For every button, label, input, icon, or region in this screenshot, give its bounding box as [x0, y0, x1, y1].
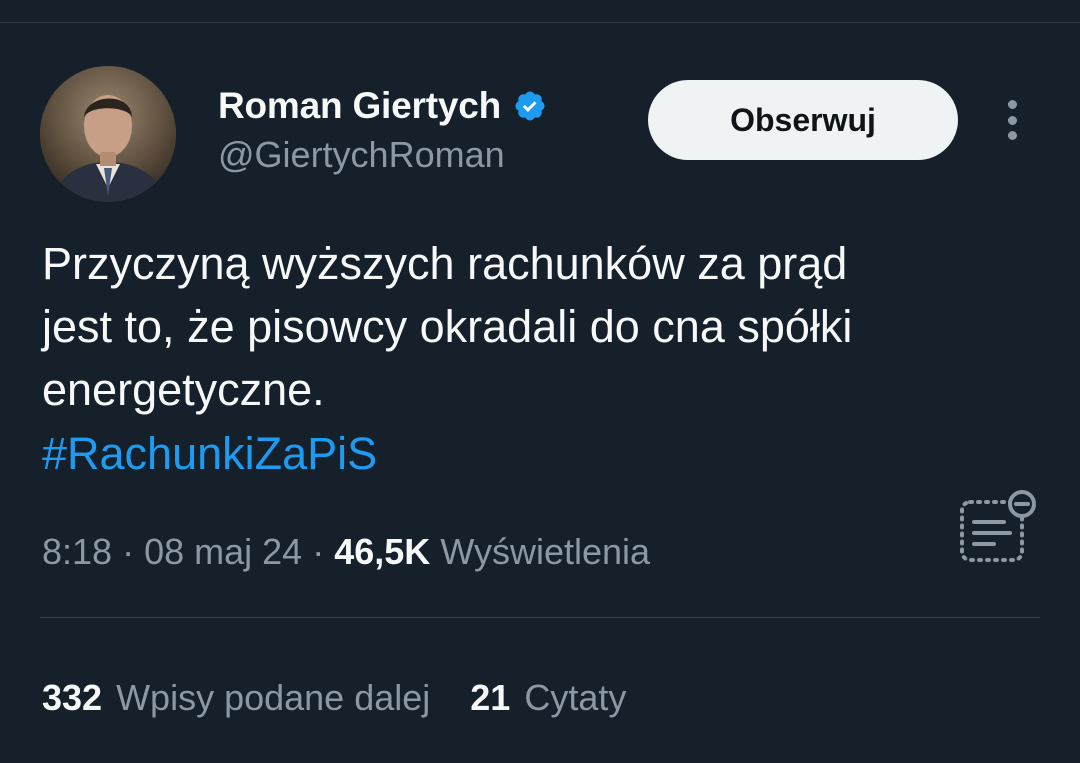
tweet-text: Przyczyną wyższych rachunków za prąd jes…: [42, 232, 1002, 421]
tweet-meta: 8:18 · 08 maj 24 · 46,5K Wyświetlenia: [42, 528, 650, 576]
avatar[interactable]: [40, 66, 176, 202]
quotes-label: Cytaty: [524, 677, 627, 718]
verified-badge-icon[interactable]: [513, 89, 547, 123]
tweet-date[interactable]: 08 maj 24: [144, 531, 302, 572]
follow-button[interactable]: Obserwuj: [648, 80, 958, 160]
top-divider: [0, 22, 1080, 23]
meta-separator: ·: [312, 531, 335, 572]
author-display-name[interactable]: Roman Giertych: [218, 85, 501, 127]
more-dot: [1007, 115, 1017, 125]
views-count: 46,5K: [334, 531, 431, 572]
engagement-stats: 332 Wpisy podane dalej 21 Cytaty: [42, 674, 626, 722]
tweet-text-line: energetyczne.: [42, 364, 325, 415]
more-vertical-icon[interactable]: [996, 96, 1028, 144]
tweet-text-line: Przyczyną wyższych rachunków za prąd: [42, 238, 848, 289]
tweet-text-line: jest to, że pisowcy okradali do cna spół…: [42, 301, 853, 352]
views-label: Wyświetlenia: [440, 531, 651, 572]
community-notes-icon[interactable]: [958, 490, 1040, 566]
hashtag-link[interactable]: #RachunkiZaPiS: [42, 422, 377, 485]
retweets-count: 332: [42, 677, 103, 718]
author-handle[interactable]: @GiertychRoman: [218, 134, 505, 176]
avatar-portrait: [40, 66, 176, 202]
tweet-time[interactable]: 8:18: [42, 531, 112, 572]
tweet-page: Roman Giertych @GiertychRoman Obserwuj P…: [0, 0, 1080, 763]
quotes-stat[interactable]: 21 Cytaty: [470, 674, 626, 722]
stats-divider: [40, 617, 1040, 618]
retweets-label: Wpisy podane dalej: [116, 677, 431, 718]
more-dot: [1007, 131, 1017, 140]
author-name-row: Roman Giertych: [218, 84, 547, 128]
more-dot: [1007, 100, 1017, 109]
retweets-stat[interactable]: 332 Wpisy podane dalej: [42, 674, 430, 722]
quotes-count: 21: [470, 677, 511, 718]
meta-separator: ·: [122, 531, 145, 572]
